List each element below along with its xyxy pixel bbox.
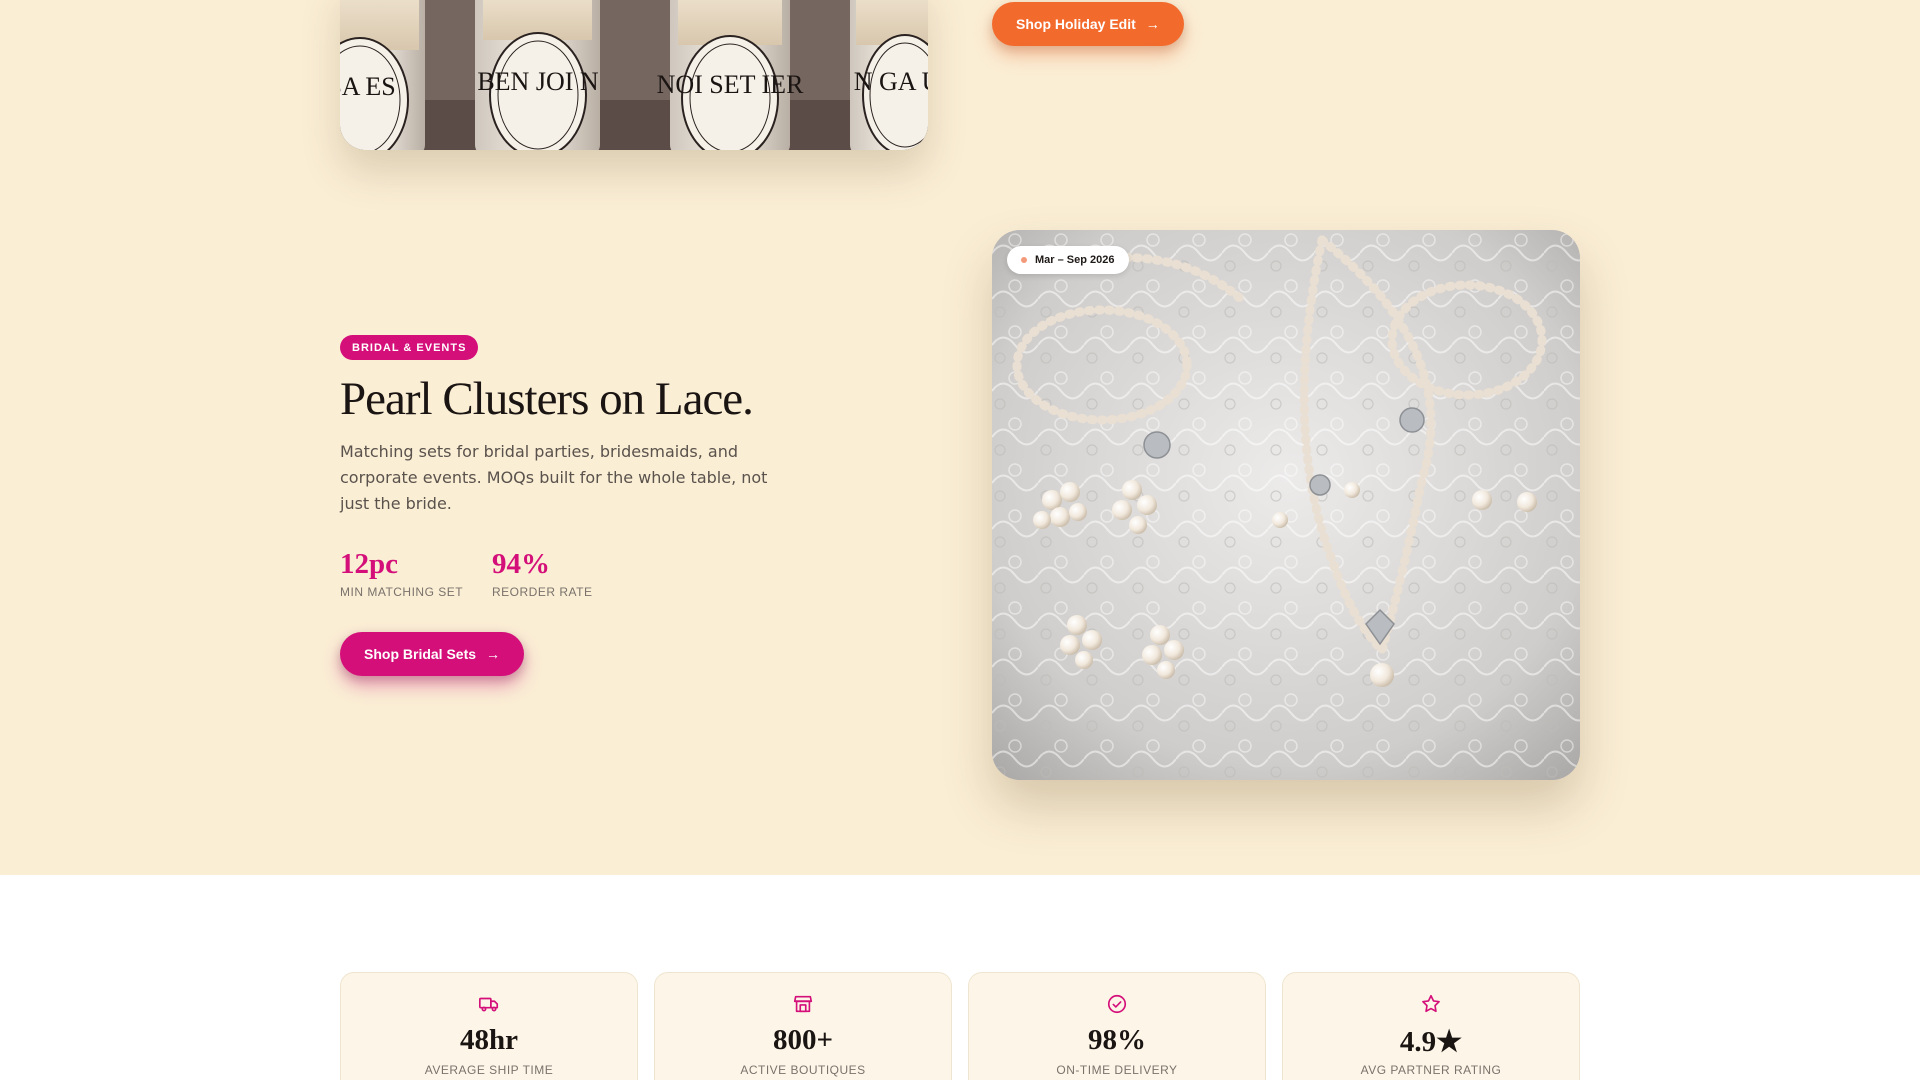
stat-label: MIN MATCHING SET	[340, 585, 464, 599]
stat-min-matching-set: 12pc MIN MATCHING SET	[340, 548, 463, 599]
category-badge: BRIDAL & EVENTS	[340, 335, 479, 360]
metric-card-delivery: 98% ON-TIME DELIVERY	[968, 972, 1266, 1080]
store-icon	[793, 995, 813, 1013]
status-dot-icon	[1021, 257, 1027, 263]
metric-card-rating: 4.9★ AVG PARTNER RATING	[1282, 972, 1580, 1080]
star-icon	[1422, 994, 1440, 1013]
shop-bridal-sets-label: Shop Bridal Sets	[364, 646, 477, 662]
availability-chip: Mar – Sep 2026	[1007, 246, 1129, 274]
arrow-right-icon: →	[486, 646, 501, 662]
metric-label: ACTIVE BOUTIQUES	[740, 1063, 866, 1077]
candle-label-4: N GA UL	[854, 67, 928, 96]
shop-holiday-edit-button[interactable]: Shop Holiday Edit →	[992, 2, 1184, 46]
metric-value: 48hr	[460, 1024, 518, 1056]
stat-reorder-rate: 94% REORDER RATE	[492, 548, 592, 599]
stat-value: 94%	[492, 548, 550, 580]
stat-value: 12pc	[340, 548, 398, 580]
arrow-right-icon: →	[1145, 16, 1160, 32]
availability-chip-label: Mar – Sep 2026	[1035, 254, 1115, 266]
metric-card-boutiques: 800+ ACTIVE BOUTIQUES	[654, 972, 952, 1080]
candle-label-3: NOI SET IER	[657, 70, 805, 99]
metric-label: AVERAGE SHIP TIME	[424, 1063, 554, 1077]
section-description: Matching sets for bridal parties, brides…	[340, 442, 768, 513]
candle-label-2: BEN JOI N	[477, 67, 599, 96]
metric-value: 98%	[1088, 1024, 1146, 1056]
pearl-jewelry-image	[992, 230, 1580, 780]
truck-icon	[479, 997, 499, 1012]
section-title: Pearl Clusters on Lace.	[340, 373, 754, 425]
check-circle-icon	[1107, 994, 1127, 1014]
metric-label: AVG PARTNER RATING	[1360, 1063, 1502, 1077]
candle-label-1: BA ES	[340, 72, 396, 101]
holiday-candles-image: BA ES BEN JOI N NOI SET IER N GA UL	[340, 0, 928, 150]
metric-value: 4.9★	[1399, 1026, 1463, 1058]
stat-label: REORDER RATE	[492, 585, 593, 599]
metric-label: ON-TIME DELIVERY	[1056, 1063, 1178, 1077]
hero-section	[0, 0, 1920, 875]
shop-holiday-edit-label: Shop Holiday Edit	[1016, 16, 1136, 32]
shop-bridal-sets-button[interactable]: Shop Bridal Sets →	[340, 632, 525, 676]
metric-card-ship-time: 48hr AVERAGE SHIP TIME	[340, 972, 638, 1080]
metrics-section	[0, 875, 1920, 1080]
metric-value: 800+	[772, 1024, 834, 1056]
